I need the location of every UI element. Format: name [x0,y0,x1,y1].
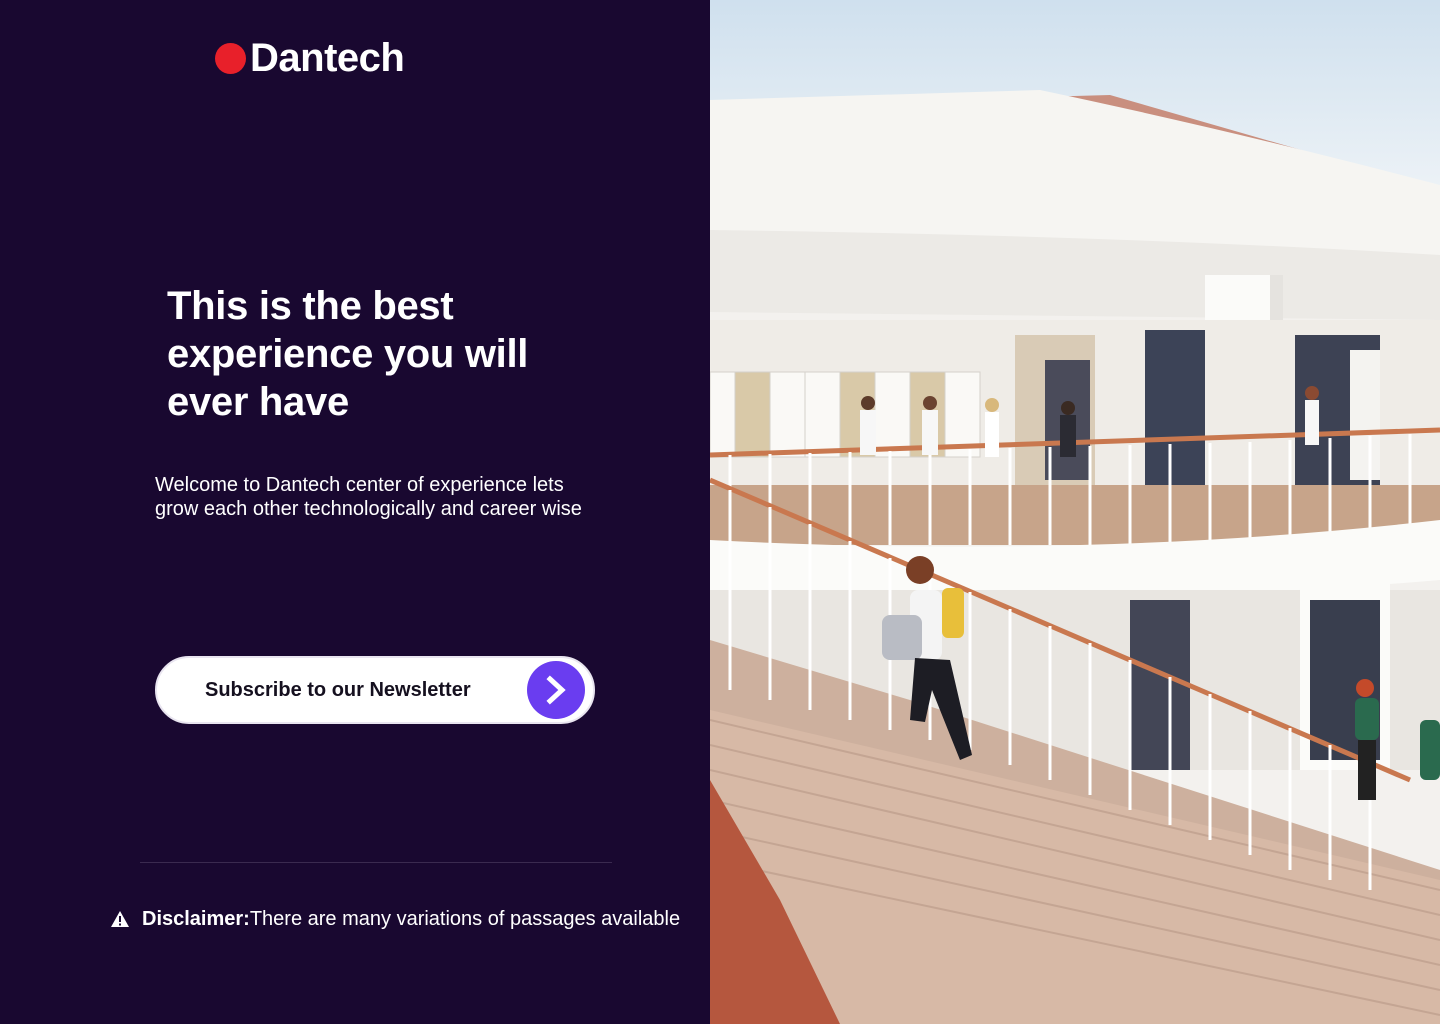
hero-intro: Welcome to Dantech center of experience … [155,474,582,520]
brand-logo[interactable]: Dantech [215,35,405,80]
brand-name: Dantech [250,35,405,80]
subscribe-newsletter-button[interactable]: Subscribe to our Newsletter [155,656,595,724]
disclaimer: Disclaimer: There are many variations of… [110,906,680,932]
divider [140,862,612,863]
campus-stairs-illustration [710,0,1440,1024]
left-panel: Dantech This is the best experience you … [0,0,710,1024]
disclaimer-title: Disclaimer: [142,907,250,930]
disclaimer-text: There are many variations of passages av… [249,907,681,930]
campus-photo [710,0,1440,1024]
warning-icon [111,911,129,927]
chevron-right-icon[interactable] [527,661,585,719]
logo-dot-icon [215,42,246,74]
subscribe-label: Subscribe to our Newsletter [205,678,471,701]
hero-headline: This is the best experience you will eve… [167,284,529,424]
